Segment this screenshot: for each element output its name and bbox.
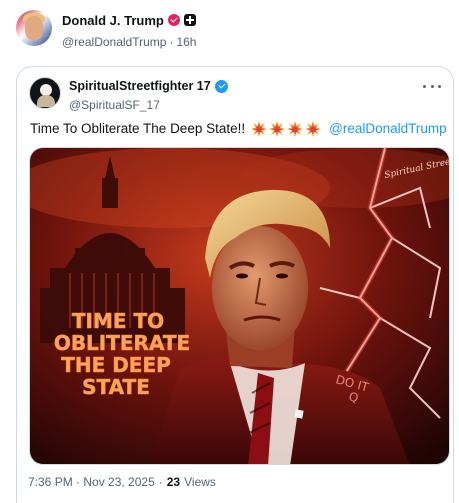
quoted-author-avatar[interactable]	[29, 77, 61, 109]
overlay-line-4: STATE	[82, 375, 150, 399]
quoted-post[interactable]: SpiritualStreetfighter 17 @SpiritualSF_1…	[16, 66, 454, 503]
overlay-line-1: TIME TO	[72, 309, 164, 333]
post-image[interactable]: TIME TO OBLITERATE THE DEEP STATE Spirit…	[29, 147, 450, 465]
views-count: 23	[166, 475, 181, 489]
mention-link[interactable]: @realDonaldTrump	[329, 120, 447, 138]
author-handle[interactable]: @realDonaldTrump	[62, 35, 166, 49]
views-label: Views	[184, 475, 216, 489]
post-timestamp[interactable]: 7:36 PM · Nov 23, 2025	[28, 475, 155, 489]
collision-emoji-icon	[305, 121, 322, 137]
collision-emoji-icon	[287, 121, 304, 137]
author-name[interactable]: Donald J. Trump	[62, 13, 164, 28]
author-avatar[interactable]	[16, 10, 52, 46]
quoted-post-text: Time To Obliterate The Deep State!! @rea…	[30, 120, 447, 138]
affiliate-badge-icon	[183, 14, 196, 26]
separator: ·	[169, 35, 174, 49]
quoted-author-handle[interactable]: @SpiritualSF_17	[69, 98, 228, 112]
overlay-line-2: OBLITERATE	[54, 331, 190, 355]
author-info: Donald J. Trump @realDonaldTrump · 16h	[62, 11, 196, 50]
post-text: Time To Obliterate The Deep State!!	[30, 121, 246, 136]
post-meta: 7:36 PM · Nov 23, 2025 · 23 Views	[28, 475, 216, 489]
quoted-author-name[interactable]: SpiritualStreetfighter 17	[69, 79, 211, 93]
separator: ·	[158, 475, 163, 489]
post-header: Donald J. Trump @realDonaldTrump · 16h	[0, 0, 459, 56]
verified-badge-icon	[167, 14, 180, 26]
emoji-group	[251, 121, 323, 137]
post-time[interactable]: 16h	[176, 35, 196, 49]
verified-badge-icon	[214, 79, 228, 93]
collision-emoji-icon	[251, 121, 268, 137]
overlay-line-3: THE DEEP	[61, 353, 171, 377]
quoted-author-info: SpiritualStreetfighter 17 @SpiritualSF_1…	[69, 78, 228, 112]
collision-emoji-icon	[269, 121, 286, 137]
more-icon[interactable]	[423, 81, 441, 91]
